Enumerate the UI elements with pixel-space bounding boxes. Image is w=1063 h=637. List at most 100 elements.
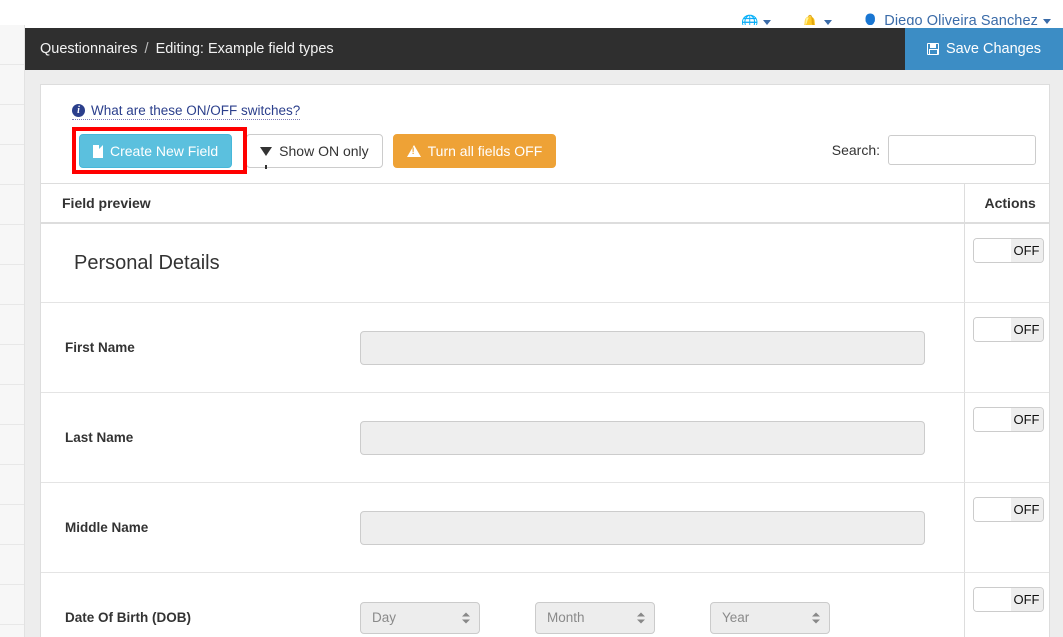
- first-name-input[interactable]: [360, 331, 925, 365]
- column-header-actions: Actions: [964, 184, 1049, 224]
- sidebar-item[interactable]: [0, 425, 24, 465]
- spinner-icon: [637, 612, 645, 623]
- save-changes-button[interactable]: Save Changes: [905, 28, 1063, 70]
- sidebar-item[interactable]: [0, 465, 24, 505]
- field-toggle-switch[interactable]: OFF: [973, 317, 1044, 342]
- field-preview-cell: First Name: [41, 303, 964, 393]
- table-row: First Name OFF: [41, 303, 1049, 393]
- dob-day-value: Day: [372, 610, 396, 625]
- chevron-down-icon: [763, 20, 771, 25]
- field-row: Last Name: [41, 393, 964, 482]
- save-floppy-icon: [927, 43, 939, 55]
- toggle-knob: [974, 498, 1011, 521]
- table-row: Middle Name OFF: [41, 483, 1049, 573]
- breadcrumb-root[interactable]: Questionnaires: [40, 41, 138, 57]
- toggle-state-label: OFF: [1011, 588, 1043, 611]
- user-name-label: Diego Oliveira Sanchez: [884, 13, 1038, 25]
- field-toggle-switch[interactable]: OFF: [973, 407, 1044, 432]
- actions-cell: OFF: [964, 483, 1049, 573]
- support-menu[interactable]: 🌐: [741, 15, 771, 25]
- fields-toolbar: Create New Field Show ON only Turn all f…: [72, 133, 1049, 169]
- onoff-switches-help-label: What are these ON/OFF switches?: [91, 103, 300, 118]
- dob-year-select[interactable]: Year: [710, 602, 830, 634]
- field-row: Date Of Birth (DOB) Day: [41, 573, 964, 637]
- breadcrumb-current: Editing: Example field types: [156, 41, 334, 57]
- sidebar-item[interactable]: [0, 105, 24, 145]
- fields-panel: i What are these ON/OFF switches? Create…: [40, 84, 1050, 637]
- last-name-input[interactable]: [360, 421, 925, 455]
- section-title: Personal Details: [74, 252, 220, 275]
- toggle-state-label: OFF: [1011, 239, 1043, 262]
- sidebar-item[interactable]: [0, 185, 24, 225]
- toggle-knob: [974, 408, 1011, 431]
- sidebar-item[interactable]: [0, 305, 24, 345]
- fields-table-head: Field preview Actions: [41, 184, 1049, 224]
- left-sidebar: [0, 25, 25, 637]
- sidebar-item[interactable]: [0, 385, 24, 425]
- actions-cell: OFF: [964, 573, 1049, 637]
- actions-cell: OFF: [964, 303, 1049, 393]
- field-preview-cell: Date Of Birth (DOB) Day: [41, 573, 964, 637]
- funnel-icon: [260, 147, 272, 156]
- table-row: Date Of Birth (DOB) Day: [41, 573, 1049, 637]
- sidebar-item[interactable]: [0, 225, 24, 265]
- actions-cell: OFF: [964, 393, 1049, 483]
- create-new-field-button[interactable]: Create New Field: [79, 134, 232, 168]
- sidebar-item[interactable]: [0, 145, 24, 185]
- turn-all-fields-off-label: Turn all fields OFF: [428, 143, 543, 159]
- field-label: Last Name: [65, 430, 360, 445]
- dob-year-value: Year: [722, 610, 749, 625]
- page-root: 🌐 🔔 👤 Diego Oliveira Sanchez: [0, 0, 1063, 637]
- column-header-field-preview[interactable]: Field preview: [41, 184, 964, 224]
- notifications-menu[interactable]: 🔔: [801, 15, 831, 25]
- spinner-icon: [812, 612, 820, 623]
- create-new-field-label: Create New Field: [110, 143, 218, 159]
- dob-month-select[interactable]: Month: [535, 602, 655, 634]
- field-label: First Name: [65, 340, 360, 355]
- field-label: Middle Name: [65, 520, 360, 535]
- bell-icon: 🔔: [801, 15, 818, 25]
- search-input[interactable]: [888, 135, 1036, 165]
- warning-triangle-icon: [407, 145, 421, 157]
- field-toggle-switch[interactable]: OFF: [973, 587, 1044, 612]
- table-header-row: Field preview Actions: [41, 184, 1049, 224]
- onoff-switches-help-link[interactable]: i What are these ON/OFF switches?: [72, 103, 300, 120]
- sidebar-item[interactable]: [0, 65, 24, 105]
- spinner-icon: [462, 612, 470, 623]
- sidebar-item[interactable]: [0, 265, 24, 305]
- sidebar-item[interactable]: [0, 545, 24, 585]
- middle-name-input[interactable]: [360, 511, 925, 545]
- dob-month-value: Month: [547, 610, 585, 625]
- user-menu[interactable]: 👤 Diego Oliveira Sanchez: [862, 13, 1051, 25]
- breadcrumb-separator: /: [145, 41, 149, 57]
- sidebar-item[interactable]: [0, 505, 24, 545]
- toggle-state-label: OFF: [1011, 408, 1043, 431]
- fields-table-body: Personal Details OFF: [41, 223, 1049, 637]
- toggle-knob: [974, 239, 1011, 262]
- sidebar-item[interactable]: [0, 345, 24, 385]
- field-row: First Name: [41, 303, 964, 392]
- turn-all-fields-off-button[interactable]: Turn all fields OFF: [393, 134, 557, 168]
- sidebar-item[interactable]: [0, 25, 24, 65]
- section-header-row: Personal Details: [41, 224, 964, 302]
- actions-cell: OFF: [964, 223, 1049, 303]
- dob-day-select[interactable]: Day: [360, 602, 480, 634]
- search-area: Search:: [832, 133, 1036, 167]
- show-on-only-button[interactable]: Show ON only: [246, 134, 382, 168]
- sidebar-item[interactable]: [0, 585, 24, 625]
- globe-icon: 🌐: [741, 15, 758, 25]
- toggle-knob: [974, 588, 1011, 611]
- file-icon: [93, 145, 103, 158]
- fields-table: Field preview Actions Personal Details: [41, 183, 1049, 637]
- field-preview-cell: Personal Details: [41, 223, 964, 303]
- field-toggle-switch[interactable]: OFF: [973, 497, 1044, 522]
- field-toggle-switch[interactable]: OFF: [973, 238, 1044, 263]
- field-label: Date Of Birth (DOB): [65, 610, 360, 625]
- user-icon: 👤: [862, 14, 879, 25]
- dob-selects: Day Month: [360, 602, 830, 634]
- field-row: Middle Name: [41, 483, 964, 572]
- info-circle-icon: i: [72, 104, 85, 117]
- show-on-only-label: Show ON only: [279, 143, 368, 159]
- search-label: Search:: [832, 142, 880, 158]
- toggle-knob: [974, 318, 1011, 341]
